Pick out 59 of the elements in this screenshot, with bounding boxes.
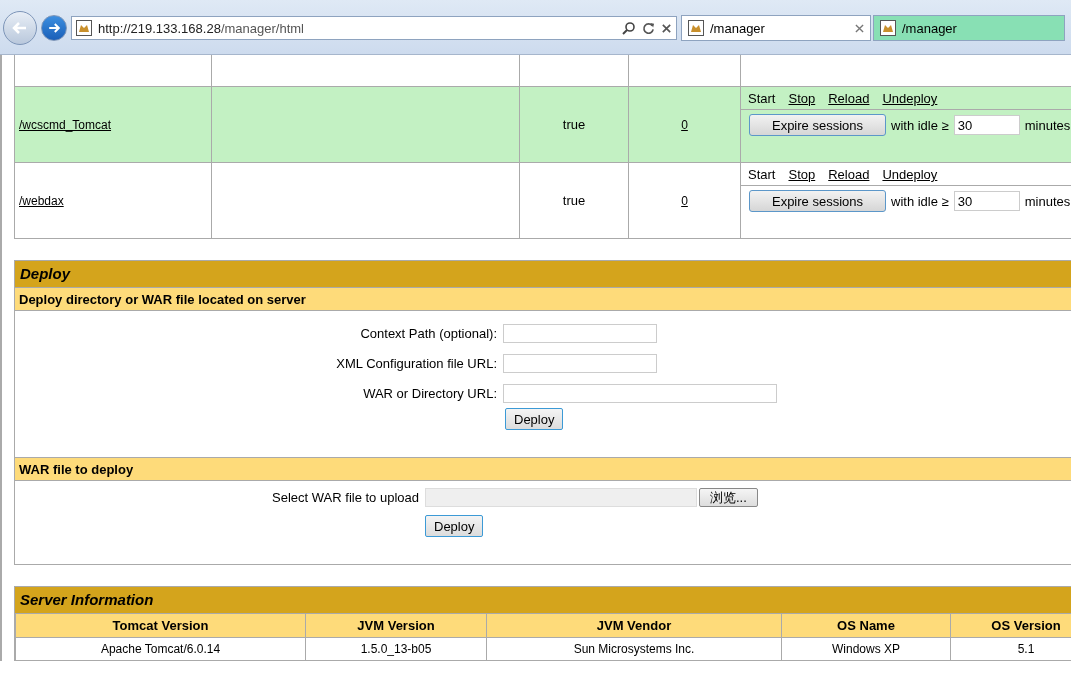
browser-tab[interactable]: /manager	[873, 15, 1065, 41]
command-link[interactable]: Reload	[828, 167, 870, 182]
minutes-label: minutes	[1024, 117, 1071, 133]
input-field[interactable]	[503, 323, 657, 343]
column-header: JVM Version	[305, 613, 487, 638]
application-link[interactable]: /webdax	[19, 194, 64, 208]
minutes-label: minutes	[1024, 193, 1071, 209]
application-link[interactable]: /wcscmd_Tomcat	[19, 118, 112, 132]
browse-button[interactable]: 浏览...	[699, 487, 758, 507]
command-link[interactable]: Stop	[788, 91, 816, 106]
sessions-link[interactable]: 0	[681, 118, 688, 132]
idle-field[interactable]: 30	[953, 115, 1020, 135]
column-header: JVM Vendor	[486, 613, 782, 638]
command-text: Start	[748, 91, 776, 106]
expire-sessions-button[interactable]: Expire sessions	[749, 114, 886, 136]
forward-button[interactable]	[41, 15, 67, 41]
back-button[interactable]	[3, 11, 37, 45]
cat-icon	[688, 20, 704, 36]
refresh-icon[interactable]	[642, 21, 655, 35]
running-status: true	[562, 193, 586, 208]
search-icon[interactable]	[622, 21, 636, 35]
deploy-button[interactable]: Deploy	[505, 408, 564, 430]
file-field[interactable]	[425, 487, 697, 507]
forward-arrow-icon	[46, 20, 62, 36]
field-label: Context Path (optional):	[359, 325, 498, 341]
table-cell: Windows XP	[781, 637, 951, 661]
column-header: OS Name	[781, 613, 951, 638]
input-field[interactable]	[503, 353, 657, 373]
idle-field[interactable]: 30	[953, 191, 1020, 211]
close-icon[interactable]	[855, 23, 864, 33]
browser-tab[interactable]: /manager	[681, 15, 871, 41]
address-bar[interactable]: http://219.133.168.28/manager/html	[71, 16, 677, 40]
command-link[interactable]: Reload	[828, 91, 870, 106]
section-header: Deploy	[15, 261, 1071, 287]
field-label: Select WAR file to upload	[271, 489, 419, 505]
close-icon[interactable]	[661, 22, 672, 34]
deploy-button[interactable]: Deploy	[425, 515, 484, 537]
table-cell: Sun Microsystems Inc.	[486, 637, 782, 661]
input-field[interactable]	[503, 383, 777, 403]
command-text: Start	[748, 167, 776, 182]
sessions-link[interactable]: 0	[681, 194, 688, 208]
column-header: OS Version	[950, 613, 1071, 638]
subsection-header: Deploy directory or WAR file located on server	[15, 287, 1071, 311]
running-status: true	[562, 117, 586, 132]
command-link[interactable]: Undeploy	[882, 91, 938, 106]
field-label: WAR or Directory URL:	[362, 385, 498, 401]
table-cell: 1.5.0_13-b05	[305, 637, 487, 661]
subsection-header: WAR file to deploy	[15, 457, 1071, 481]
idle-label: with idle ≥	[891, 117, 949, 133]
command-link[interactable]: Stop	[788, 167, 816, 182]
command-link[interactable]: Undeploy	[882, 167, 938, 182]
cat-icon	[880, 20, 896, 36]
table-cell: Apache Tomcat/6.0.14	[15, 637, 306, 661]
expire-sessions-button[interactable]: Expire sessions	[749, 190, 886, 212]
section-header: Server Information	[15, 587, 1071, 613]
column-header: Tomcat Version	[15, 613, 306, 638]
idle-label: with idle ≥	[891, 193, 949, 209]
cat-icon	[76, 20, 92, 36]
field-label: XML Configuration file URL:	[335, 355, 498, 371]
